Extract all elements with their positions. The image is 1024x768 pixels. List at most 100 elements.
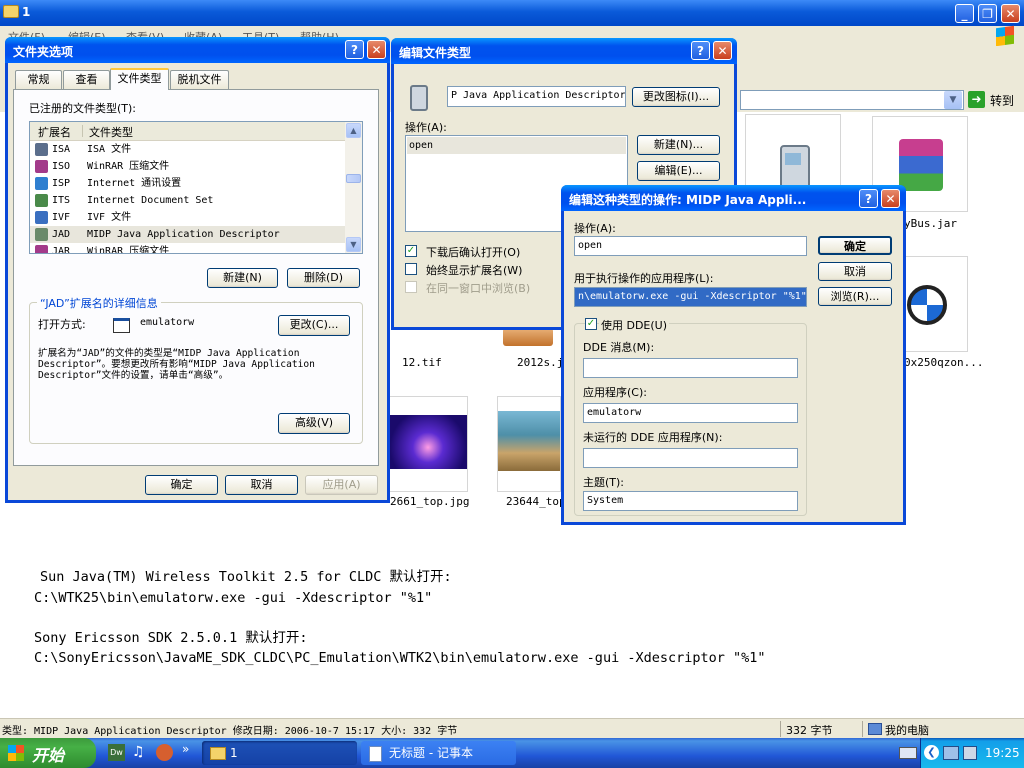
file-name-12tif[interactable]: 12.tif bbox=[402, 356, 442, 369]
dde-message-input[interactable] bbox=[583, 358, 798, 378]
file-type-row[interactable]: JAD MIDP Java Application Descriptor bbox=[30, 226, 345, 243]
file-type-row[interactable]: ITS Internet Document Set bbox=[30, 192, 345, 209]
note-line-2: C:\WTK25\bin\emulatorw.exe -gui -Xdescri… bbox=[34, 590, 433, 606]
dde-not-running-input[interactable] bbox=[583, 448, 798, 468]
folder-icon bbox=[210, 747, 226, 760]
file-thumbnail-2661[interactable] bbox=[388, 396, 468, 492]
always-show-ext-checkbox[interactable] bbox=[405, 263, 417, 275]
restore-button[interactable]: ❐ bbox=[978, 4, 997, 23]
file-type-row[interactable]: ISP Internet 通讯设置 bbox=[30, 175, 345, 192]
list-scrollbar[interactable]: ▲ ▼ bbox=[345, 122, 362, 253]
file-types-list[interactable]: 扩展名 文件类型 ISA ISA 文件 ISO WinRAR 压缩文件 ISP Inter… bbox=[29, 121, 363, 254]
dreamweaver-icon[interactable]: Dw bbox=[108, 744, 125, 761]
notepad-icon bbox=[369, 746, 382, 762]
scroll-down-icon[interactable]: ▼ bbox=[346, 237, 361, 252]
go-button[interactable]: ➜ 转到 bbox=[968, 90, 1020, 110]
tab-offline-files[interactable]: 脱机文件 bbox=[170, 70, 229, 89]
new-type-button[interactable]: 新建(N) bbox=[207, 268, 278, 288]
tab-general[interactable]: 常规 bbox=[15, 70, 62, 89]
file-type-description: Internet Document Set bbox=[87, 195, 214, 206]
file-name-2012s[interactable]: 2012s.j bbox=[517, 356, 563, 369]
keyboard-icon[interactable] bbox=[899, 747, 917, 759]
address-input[interactable] bbox=[740, 90, 964, 110]
dde-message-label: DDE 消息(M): bbox=[583, 341, 655, 354]
open-with-value: emulatorw bbox=[140, 317, 195, 328]
file-type-icon bbox=[35, 177, 48, 190]
browse-button[interactable]: 浏览(R)... bbox=[818, 287, 892, 306]
tray-expand-icon[interactable]: ❮ bbox=[924, 745, 939, 760]
file-type-row[interactable]: ISA ISA 文件 bbox=[30, 141, 345, 158]
file-type-row[interactable]: ISO WinRAR 压缩文件 bbox=[30, 158, 345, 175]
file-type-extension: ISA bbox=[52, 144, 71, 155]
close-button[interactable]: ✕ bbox=[713, 41, 732, 60]
file-name-2661[interactable]: 2661_top.jpg bbox=[390, 495, 469, 508]
cancel-button[interactable]: 取消 bbox=[225, 475, 298, 495]
bmw-logo-icon bbox=[907, 285, 947, 325]
close-button[interactable]: ✕ bbox=[1001, 4, 1020, 23]
browse-same-window-checkbox[interactable] bbox=[405, 281, 417, 293]
volume-icon[interactable] bbox=[963, 746, 977, 760]
topic-input[interactable]: System bbox=[583, 491, 798, 511]
network-icon[interactable] bbox=[943, 746, 959, 760]
file-type-description: ISA 文件 bbox=[87, 144, 132, 155]
file-name-jar[interactable]: yBus.jar bbox=[904, 217, 957, 230]
media-icon[interactable] bbox=[156, 744, 173, 761]
help-button[interactable]: ? bbox=[345, 40, 364, 59]
edit-action-button[interactable]: 编辑(E)... bbox=[637, 161, 720, 181]
edit-action-titlebar: 编辑这种类型的操作: MIDP Java Appli... ? ✕ bbox=[561, 185, 906, 211]
quicklaunch-more-icon[interactable]: » bbox=[182, 742, 189, 756]
action-input[interactable]: open bbox=[574, 236, 807, 256]
file-thumbnail-bmw[interactable] bbox=[900, 256, 968, 352]
music-icon[interactable]: ♫ bbox=[132, 744, 149, 761]
tab-file-types[interactable]: 文件类型 bbox=[110, 68, 169, 90]
application-path-input[interactable]: n\emulatorw.exe -gui -Xdescriptor "%1" bbox=[574, 287, 807, 307]
change-icon-button[interactable]: 更改图标(I)... bbox=[632, 87, 720, 107]
close-button[interactable]: ✕ bbox=[367, 40, 386, 59]
tab-view[interactable]: 查看 bbox=[63, 70, 110, 89]
file-thumbnail-23644[interactable] bbox=[497, 396, 561, 492]
address-dropdown-icon[interactable]: ▼ bbox=[944, 91, 962, 109]
windows-flag-icon bbox=[8, 745, 24, 761]
help-button[interactable]: ? bbox=[691, 41, 710, 60]
application-used-label: 用于执行操作的应用程序(L): bbox=[574, 272, 714, 285]
clock[interactable]: 19:25 bbox=[985, 746, 1020, 760]
help-button[interactable]: ? bbox=[859, 189, 878, 208]
use-dde-checkbox[interactable]: ✓ bbox=[585, 318, 597, 330]
emulator-app-icon bbox=[113, 318, 130, 333]
file-type-icon bbox=[35, 194, 48, 207]
task-explorer[interactable]: 1 bbox=[202, 741, 357, 765]
ok-button[interactable]: 确定 bbox=[145, 475, 218, 495]
dde-not-running-label: 未运行的 DDE 应用程序(N): bbox=[583, 431, 723, 444]
note-line-3: Sony Ericsson SDK 2.5.0.1 默认打开: bbox=[34, 630, 308, 646]
change-program-button[interactable]: 更改(C)... bbox=[278, 315, 350, 336]
scroll-up-icon[interactable]: ▲ bbox=[346, 123, 361, 138]
scroll-thumb[interactable] bbox=[346, 174, 361, 183]
go-arrow-icon: ➜ bbox=[968, 91, 985, 108]
file-type-extension: ISP bbox=[52, 178, 71, 189]
file-type-row[interactable]: JAR WinRAR 压缩文件 bbox=[30, 243, 345, 253]
action-cancel-button[interactable]: 取消 bbox=[818, 262, 892, 281]
winrar-icon bbox=[899, 139, 943, 191]
start-button[interactable]: 开始 bbox=[0, 738, 96, 768]
advanced-button[interactable]: 高级(V) bbox=[278, 413, 350, 434]
file-type-row[interactable]: IVF IVF 文件 bbox=[30, 209, 345, 226]
file-name-qzone[interactable]: 0x250qzon... bbox=[904, 356, 983, 369]
column-extension[interactable]: 扩展名 bbox=[38, 124, 71, 140]
actions-label: 操作(A): bbox=[405, 121, 447, 134]
file-type-name-input[interactable]: P Java Application Descriptor bbox=[447, 86, 626, 107]
application-input[interactable]: emulatorw bbox=[583, 403, 798, 423]
minimize-button[interactable]: _ bbox=[955, 4, 974, 23]
action-ok-button[interactable]: 确定 bbox=[818, 236, 892, 255]
delete-type-button[interactable]: 删除(D) bbox=[287, 268, 360, 288]
close-button[interactable]: ✕ bbox=[881, 189, 900, 208]
new-action-button[interactable]: 新建(N)... bbox=[637, 135, 720, 155]
confirm-open-checkbox[interactable]: ✓ bbox=[405, 245, 417, 257]
file-name-23644[interactable]: 23644_top bbox=[506, 495, 566, 508]
column-file-type[interactable]: 文件类型 bbox=[89, 124, 133, 140]
task-notepad[interactable]: 无标题 - 记事本 bbox=[361, 741, 516, 765]
action-item-open[interactable]: open bbox=[407, 137, 626, 154]
folder-icon bbox=[3, 5, 19, 18]
apply-button[interactable]: 应用(A) bbox=[305, 475, 378, 495]
file-type-icon bbox=[35, 160, 48, 173]
list-header: 扩展名 文件类型 bbox=[30, 122, 345, 141]
